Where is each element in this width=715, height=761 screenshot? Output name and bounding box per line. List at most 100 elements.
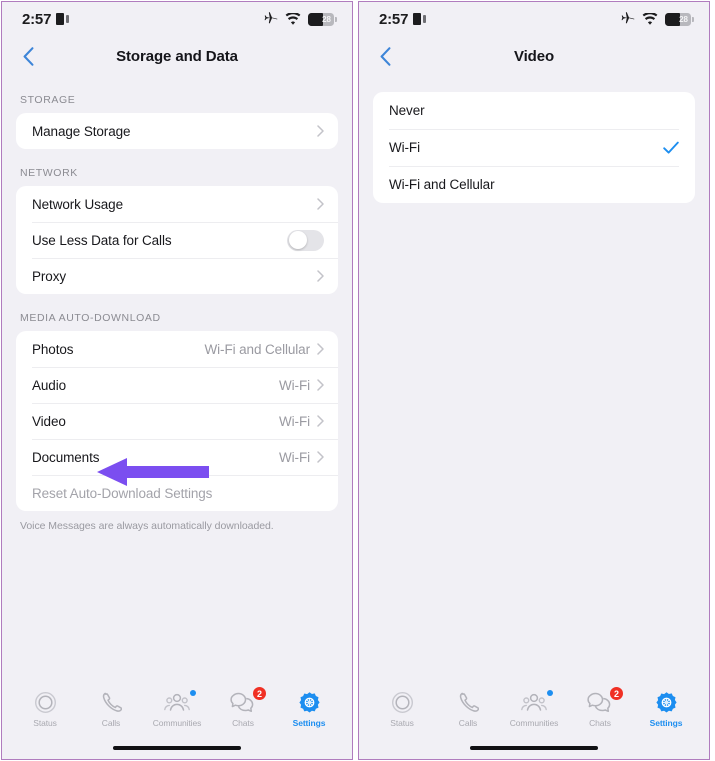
chevron-right-icon — [317, 198, 324, 210]
row-network-usage[interactable]: Network Usage — [16, 186, 338, 222]
row-reset-auto-download-settings[interactable]: Reset Auto-Download Settings — [16, 475, 338, 511]
tab-settings[interactable]: Settings — [278, 689, 340, 728]
battery-icon: 28 — [665, 12, 694, 26]
row-use-less-data-for-calls[interactable]: Use Less Data for Calls — [16, 222, 338, 258]
tab-settings[interactable]: Settings — [635, 689, 697, 728]
tab-label: Settings — [649, 718, 683, 728]
tab-chats[interactable]: 2 Chats — [212, 686, 274, 728]
tab-bar-right: Status Calls Communities 2 Chats Setting… — [359, 681, 709, 759]
wifi-icon — [642, 12, 658, 25]
chevron-right-icon — [317, 125, 324, 137]
tab-chats[interactable]: 2 Chats — [569, 686, 631, 728]
option-wifi-and-cellular[interactable]: Wi-Fi and Cellular — [373, 166, 695, 203]
section-card-storage: Manage Storage — [16, 113, 338, 149]
battery-icon: 28 — [308, 12, 337, 26]
row-documents[interactable]: Documents Wi-Fi — [16, 439, 338, 475]
tab-label: Communities — [152, 718, 202, 728]
tab-label: Calls — [458, 718, 478, 728]
row-photos[interactable]: Photos Wi-Fi and Cellular — [16, 331, 338, 367]
chevron-right-icon — [317, 270, 324, 282]
chevron-right-icon — [317, 451, 324, 463]
row-audio[interactable]: Audio Wi-Fi — [16, 367, 338, 403]
row-label: Audio — [32, 377, 67, 393]
communities-people-icon — [163, 689, 191, 715]
option-wifi[interactable]: Wi-Fi — [373, 129, 695, 166]
tab-communities[interactable]: Communities — [503, 689, 565, 728]
tab-label: Calls — [101, 718, 121, 728]
option-label: Wi-Fi and Cellular — [389, 177, 495, 192]
battery-level: 28 — [322, 14, 331, 24]
tab-communities[interactable]: Communities — [146, 689, 208, 728]
video-options-card: Never Wi-Fi Wi-Fi and Cellular — [373, 92, 695, 203]
checkmark-icon — [663, 141, 679, 154]
tab-status[interactable]: Status — [14, 689, 76, 728]
status-rings-icon — [391, 689, 414, 715]
row-value: Wi-Fi — [279, 377, 310, 393]
phone-handset-icon — [100, 689, 122, 715]
row-label: Photos — [32, 341, 74, 357]
back-button[interactable] — [371, 42, 399, 70]
section-card-media-auto-download: Photos Wi-Fi and Cellular Audio Wi-Fi Vi… — [16, 331, 338, 511]
toggle-knob — [288, 231, 307, 249]
sim-card-icon — [56, 13, 69, 25]
tab-label: Settings — [292, 718, 326, 728]
tab-bar-left: Status Calls Communities 2 Chats Setting… — [2, 681, 352, 759]
row-value: Wi-Fi — [279, 449, 310, 465]
status-bar-left-group: 2:57 — [22, 11, 69, 28]
row-manage-storage[interactable]: Manage Storage — [16, 113, 338, 149]
row-label: Video — [32, 413, 66, 429]
chats-badge: 2 — [252, 686, 267, 701]
communities-unread-dot — [190, 690, 196, 696]
sim-card-icon — [413, 13, 426, 25]
tab-calls[interactable]: Calls — [437, 689, 499, 728]
section-header-storage: STORAGE — [20, 94, 76, 106]
chevron-right-icon — [317, 415, 324, 427]
row-label: Proxy — [32, 268, 67, 284]
row-label: Network Usage — [32, 196, 123, 212]
status-rings-icon — [34, 689, 57, 715]
home-indicator — [113, 745, 241, 750]
use-less-data-toggle[interactable] — [287, 229, 324, 251]
settings-list: STORAGE Manage Storage NETWORK Network U… — [2, 76, 352, 532]
tab-label: Status — [33, 718, 57, 728]
status-time: 2:57 — [379, 10, 409, 28]
nav-bar-right: Video — [359, 36, 709, 76]
airplane-mode-icon — [264, 12, 278, 24]
media-footnote: Voice Messages are always automatically … — [20, 520, 274, 532]
status-bar-right: 2:57 28 — [359, 2, 709, 36]
right-phone-screen: 2:57 28 Video Never Wi-Fi Wi-Fi and Cell… — [358, 1, 710, 760]
tab-calls[interactable]: Calls — [80, 689, 142, 728]
row-proxy[interactable]: Proxy — [16, 258, 338, 294]
row-video[interactable]: Video Wi-Fi — [16, 403, 338, 439]
status-bar-left-group: 2:57 — [379, 11, 426, 28]
wifi-icon — [285, 12, 301, 25]
back-button[interactable] — [14, 42, 42, 70]
section-card-network: Network Usage Use Less Data for Calls Pr… — [16, 186, 338, 294]
tab-status[interactable]: Status — [371, 689, 433, 728]
home-indicator — [470, 745, 598, 750]
page-title: Storage and Data — [116, 47, 238, 65]
status-time: 2:57 — [22, 10, 52, 28]
row-value: Wi-Fi — [279, 413, 310, 429]
tab-label: Chats — [589, 718, 611, 728]
row-label: Reset Auto-Download Settings — [32, 485, 213, 501]
option-never[interactable]: Never — [373, 92, 695, 129]
option-label: Wi-Fi — [389, 140, 420, 155]
row-value: Wi-Fi and Cellular — [204, 341, 311, 357]
tab-label: Status — [390, 718, 414, 728]
phone-handset-icon — [457, 689, 479, 715]
left-phone-screen: 2:57 28 Storage and Data STORAGE Manage … — [1, 1, 353, 760]
communities-people-icon — [520, 689, 548, 715]
airplane-mode-icon — [621, 12, 635, 24]
status-bar-left: 2:57 28 — [2, 2, 352, 36]
chevron-left-icon — [23, 46, 33, 66]
communities-unread-dot — [547, 690, 553, 696]
section-header-media-auto-download: MEDIA AUTO-DOWNLOAD — [20, 312, 161, 324]
status-bar-right-group: 28 — [620, 12, 694, 26]
page-title: Video — [513, 47, 555, 65]
dual-screenshot-stage: 2:57 28 Storage and Data STORAGE Manage … — [0, 0, 715, 761]
section-header-network: NETWORK — [20, 167, 78, 179]
tab-label: Communities — [509, 718, 559, 728]
nav-bar-left: Storage and Data — [2, 36, 352, 76]
gear-icon — [298, 689, 321, 715]
